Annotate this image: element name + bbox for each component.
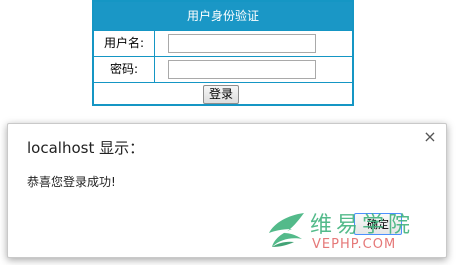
login-form: 用户身份验证 用户名: 密码: 登录 bbox=[92, 0, 354, 106]
login-button[interactable]: 登录 bbox=[203, 85, 239, 104]
username-row: 用户名: bbox=[94, 30, 352, 56]
form-title: 用户身份验证 bbox=[94, 2, 352, 30]
username-input[interactable] bbox=[168, 34, 316, 53]
page: 用户身份验证 用户名: 密码: 登录 localhost 显示： × 恭喜您登录… bbox=[0, 0, 458, 265]
password-label: 密码: bbox=[94, 57, 155, 82]
password-row: 密码: bbox=[94, 56, 352, 82]
username-label: 用户名: bbox=[94, 31, 155, 56]
alert-message: 恭喜您登录成功! bbox=[27, 175, 116, 189]
password-input[interactable] bbox=[168, 60, 316, 79]
close-icon[interactable]: × bbox=[422, 128, 438, 146]
submit-row: 登录 bbox=[94, 82, 352, 107]
ok-button[interactable]: 确定 bbox=[354, 213, 402, 235]
alert-title: localhost 显示： bbox=[27, 139, 145, 157]
alert-dialog: localhost 显示： × 恭喜您登录成功! 确定 bbox=[7, 123, 447, 258]
